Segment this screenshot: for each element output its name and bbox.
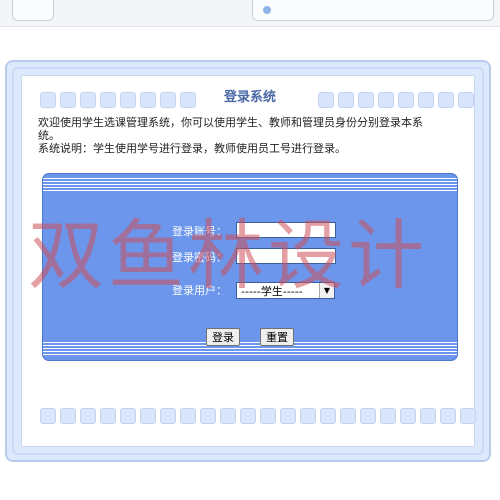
intro-line-2: 统。 <box>38 129 60 142</box>
user-type-label: 登录用户： <box>172 284 227 297</box>
login-panel-top-stripes <box>43 178 457 192</box>
intro-line-1: 欢迎使用学生选课管理系统，你可以使用学生、教师和管理员身份分别登录本系 <box>38 116 423 129</box>
account-input[interactable] <box>236 222 336 238</box>
browser-tab-right[interactable] <box>252 0 494 21</box>
user-type-select[interactable]: -----学生----- ▼ <box>236 282 335 299</box>
intro-text: 欢迎使用学生选课管理系统，你可以使用学生、教师和管理员身份分别登录本系 统。 系… <box>38 116 458 155</box>
tab-favicon-icon <box>263 6 271 14</box>
password-input[interactable] <box>236 248 336 264</box>
browser-top-strip <box>0 0 500 27</box>
browser-tab-left[interactable] <box>12 0 54 21</box>
page-title: 登录系统 <box>223 90 276 105</box>
reset-button[interactable]: 重置 <box>260 328 294 346</box>
login-panel <box>42 173 458 361</box>
account-label: 登录账号： <box>172 225 227 238</box>
decor-squares-bottom <box>40 408 476 424</box>
chevron-down-icon[interactable]: ▼ <box>319 283 334 298</box>
password-label: 登录密码： <box>172 251 227 264</box>
intro-line-3: 系统说明：学生使用学号进行登录，教师使用员工号进行登录。 <box>38 142 346 155</box>
user-type-selected: -----学生----- <box>241 284 303 298</box>
login-panel-bottom-stripes <box>43 342 457 356</box>
login-button[interactable]: 登录 <box>206 328 240 346</box>
